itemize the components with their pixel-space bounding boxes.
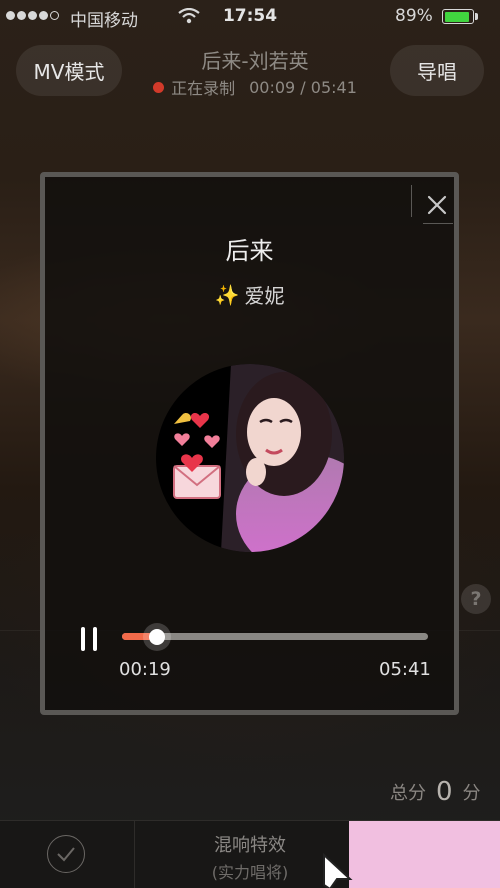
recording-status: 正在录制 bbox=[171, 79, 236, 98]
singer-avatar bbox=[156, 364, 344, 552]
battery-icon bbox=[442, 9, 474, 24]
singer-row: ✨ 爱妮 bbox=[45, 280, 454, 309]
song-title: 后来-刘若英 bbox=[201, 49, 309, 73]
battery-percent: 89% bbox=[395, 6, 433, 26]
cursor-icon bbox=[323, 852, 353, 888]
battery-tip bbox=[475, 13, 478, 20]
pink-overlay-block bbox=[349, 821, 500, 888]
elapsed-time: 00:19 bbox=[119, 659, 171, 680]
close-underline bbox=[423, 223, 453, 224]
bottom-divider bbox=[134, 821, 135, 888]
score-label: 总分 bbox=[390, 783, 426, 804]
song-player-dialog: 后来 ✨ 爱妮 00:19 05:41 bbox=[40, 172, 459, 715]
recording-status-row: 正在录制 00:09 / 05:41 bbox=[130, 75, 380, 99]
total-time: 05:41 bbox=[379, 659, 431, 680]
score-row: 总分 0 分 bbox=[390, 777, 481, 807]
progress-thumb[interactable] bbox=[142, 623, 171, 651]
close-button[interactable] bbox=[419, 187, 455, 223]
dialog-song-title: 后来 bbox=[225, 237, 274, 265]
close-separator bbox=[411, 185, 412, 217]
score-unit: 分 bbox=[462, 783, 481, 804]
recording-time: 00:09 / 05:41 bbox=[249, 77, 357, 97]
pause-button[interactable] bbox=[76, 625, 102, 653]
status-bar: 中国移动 17:54 89% bbox=[0, 0, 500, 34]
mv-mode-button[interactable]: MV模式 bbox=[16, 45, 122, 96]
help-icon[interactable]: ? bbox=[461, 584, 491, 614]
close-icon bbox=[427, 195, 447, 215]
bottom-bar: 混响特效 (实力唱将) bbox=[0, 820, 500, 888]
checkmark-icon bbox=[57, 847, 75, 862]
recording-dot-icon bbox=[153, 81, 165, 93]
sparkle-icon: ✨ bbox=[214, 282, 240, 307]
finish-button[interactable] bbox=[47, 835, 85, 873]
singer-name: 爱妮 bbox=[244, 284, 285, 308]
guide-sing-button[interactable]: 导唱 bbox=[390, 45, 484, 96]
score-value: 0 bbox=[436, 777, 453, 807]
